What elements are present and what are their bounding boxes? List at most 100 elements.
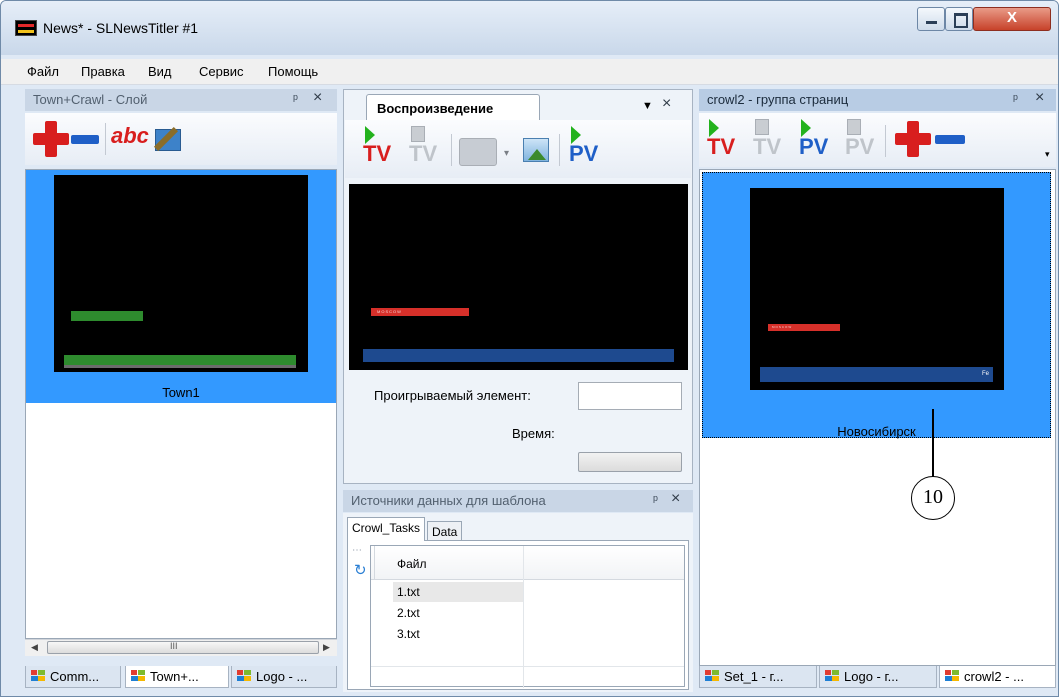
town1-caption: Town1 <box>162 385 200 400</box>
preview-blue-bar <box>363 349 674 362</box>
bottom-tab-crowl2[interactable]: crowl2 - ... <box>939 666 1056 688</box>
toolbar-overflow-icon[interactable]: ▾ <box>1045 149 1050 160</box>
module-icon <box>31 670 45 682</box>
left-content: Town1 <box>25 169 337 639</box>
grid-header: Файл <box>371 546 684 688</box>
left-hscrollbar[interactable]: ◀ III ▶ <box>25 639 337 656</box>
toolbar-separator <box>105 123 106 155</box>
toolbar-separator <box>885 125 886 157</box>
maximize-button[interactable] <box>945 7 973 31</box>
close-icon[interactable]: × <box>671 490 680 508</box>
close-button[interactable]: X <box>973 7 1051 31</box>
module-icon <box>237 670 251 682</box>
scroll-left-icon[interactable]: ◀ <box>31 642 38 653</box>
tv-play-icon[interactable]: TV <box>707 119 741 161</box>
app-icon <box>15 20 37 36</box>
refresh-icon[interactable]: ↻ <box>354 561 367 579</box>
datasource-panel-title: Источники данных для шаблона ᵖ × <box>343 490 693 512</box>
file-row-1[interactable]: 1.txt <box>393 582 523 602</box>
bottom-tab-logo-right[interactable]: Logo - г... <box>819 666 937 688</box>
thumb-green-bar <box>71 311 143 321</box>
files-grid: Файл 1.txt 2.txt 3.txt <box>370 545 685 688</box>
pin-icon[interactable]: ᵖ <box>293 91 298 106</box>
scroll-right-icon[interactable]: ▶ <box>323 642 330 653</box>
hscroll-thumb[interactable]: III <box>47 641 319 654</box>
module-icon <box>705 670 719 682</box>
column-header-file[interactable]: Файл <box>393 557 427 571</box>
playback-preview: MOSCOW <box>349 184 688 370</box>
tab-crowl-tasks[interactable]: Crowl_Tasks <box>347 517 426 541</box>
close-icon[interactable]: × <box>1035 89 1044 107</box>
tab-data[interactable]: Data <box>427 521 463 541</box>
thumb-green-strip <box>64 355 296 368</box>
callout-marker: 10 <box>911 476 955 520</box>
hscroll-grip: III <box>170 641 178 651</box>
menu-file[interactable]: Файл <box>27 64 59 79</box>
pv-play-icon[interactable]: PV <box>569 126 603 168</box>
novosibirsk-thumbnail: MOSCOW Fe <box>750 188 1004 390</box>
pv-stop-icon[interactable]: PV <box>845 119 879 161</box>
tv-stop-icon[interactable]: TV <box>753 119 787 161</box>
novosibirsk-item[interactable]: MOSCOW Fe Новосибирск <box>702 172 1051 439</box>
spellcheck-icon[interactable]: abc <box>111 123 149 149</box>
tv-play-icon[interactable]: TV <box>363 126 397 168</box>
town1-thumbnail <box>54 175 308 372</box>
minimize-button[interactable] <box>917 7 945 31</box>
time-button[interactable] <box>578 452 682 472</box>
bottom-tab-logo[interactable]: Logo - ... <box>231 666 337 688</box>
toolbar-separator <box>559 134 560 166</box>
pv-play-icon[interactable]: PV <box>799 119 833 161</box>
file-row-3[interactable]: 3.txt <box>393 624 523 644</box>
remove-icon[interactable] <box>935 135 965 144</box>
pin-icon[interactable]: ᵖ <box>1013 91 1018 106</box>
bottom-tab-town[interactable]: Town+... <box>125 666 229 688</box>
file-row-2[interactable]: 2.txt <box>393 603 523 623</box>
preview-red-bar: MOSCOW <box>371 308 469 316</box>
datasource-panel-title-text: Источники данных для шаблона <box>351 493 546 508</box>
app-window: News* - SLNewsTitler #1 X Файл Правка Ви… <box>0 0 1059 697</box>
left-panel-title: Town+Crawl - Слой ᵖ × <box>25 89 337 111</box>
module-icon <box>825 670 839 682</box>
close-icon[interactable]: × <box>313 89 322 107</box>
bottom-tab-set1[interactable]: Set_1 - г... <box>699 666 817 688</box>
time-label: Время: <box>512 426 555 441</box>
window-title: News* - SLNewsTitler #1 <box>43 20 199 36</box>
menu-edit[interactable]: Правка <box>81 64 125 79</box>
close-icon: X <box>1006 9 1017 26</box>
left-toolbar: abc <box>25 113 337 165</box>
town1-item[interactable]: Town1 <box>26 170 336 403</box>
more-icon[interactable]: ⋯ <box>352 545 362 556</box>
remove-icon[interactable] <box>71 135 99 144</box>
datasource-body: Crowl_Tasks Data ⋯ ↻ Файл 1.txt 2.txt 3.… <box>343 513 693 692</box>
tv-stop-icon[interactable]: TV <box>409 126 443 168</box>
right-toolbar: TV TV PV PV ▾ <box>699 113 1056 167</box>
add-icon[interactable] <box>895 121 931 157</box>
bottom-tab-comm[interactable]: Comm... <box>25 666 121 688</box>
datasource-content: ⋯ ↻ Файл 1.txt 2.txt 3.txt <box>347 540 689 690</box>
playing-element-label: Проигрываемый элемент: <box>374 388 531 403</box>
image-icon[interactable] <box>523 138 549 162</box>
playing-element-field[interactable] <box>578 382 682 410</box>
callout-line <box>932 409 934 477</box>
close-icon[interactable]: × <box>662 95 671 113</box>
camera-icon[interactable] <box>459 138 497 166</box>
title-bar: News* - SLNewsTitler #1 X <box>1 1 1058 55</box>
add-icon[interactable] <box>33 121 69 157</box>
dropdown-icon[interactable]: ▼ <box>642 100 653 112</box>
menu-bar: Файл Правка Вид Сервис Помощь <box>1 59 1058 85</box>
module-icon <box>945 670 959 682</box>
menu-view[interactable]: Вид <box>148 64 172 79</box>
left-panel-title-text: Town+Crawl - Слой <box>33 92 148 107</box>
toolbar-separator <box>451 134 452 166</box>
pin-icon[interactable]: ᵖ <box>653 492 658 507</box>
right-panel-title-text: crowl2 - группа страниц <box>707 92 849 107</box>
module-icon <box>131 670 145 682</box>
menu-help[interactable]: Помощь <box>268 64 318 79</box>
chevron-down-icon[interactable]: ▾ <box>504 148 509 159</box>
thumb-blue-bar: Fe <box>760 367 993 382</box>
right-content: MOSCOW Fe Новосибирск <box>699 169 1056 666</box>
edit-icon[interactable] <box>155 123 185 151</box>
menu-service[interactable]: Сервис <box>199 64 244 79</box>
playback-toolbar: TV TV ▾ PV <box>345 120 691 178</box>
tab-playback[interactable]: Воспроизведение <box>366 94 540 120</box>
